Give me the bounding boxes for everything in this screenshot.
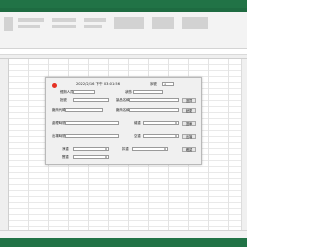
batch-label: 批號 <box>60 98 67 102</box>
font-style-buttons[interactable] <box>18 25 40 28</box>
batch-field[interactable] <box>73 98 109 102</box>
empty-weight-label: 空重 <box>134 134 141 138</box>
paste-icon[interactable] <box>4 17 13 31</box>
styles-gallery[interactable] <box>114 17 144 29</box>
empty-weight-field[interactable]: 0 <box>143 134 179 138</box>
cells-group[interactable] <box>152 17 174 29</box>
operator-label: 經辦人員 <box>60 90 74 94</box>
menu-button[interactable]: 選單 <box>182 120 196 126</box>
ribbon-toolbar <box>0 12 247 49</box>
number-format-selector[interactable] <box>84 18 106 22</box>
discount-label: 扣重 <box>122 147 129 151</box>
modify-button[interactable]: 變更 <box>182 107 196 113</box>
indent-buttons[interactable] <box>52 25 76 28</box>
operator-field[interactable] <box>73 90 95 94</box>
weight-field[interactable]: 0 <box>143 121 179 125</box>
alignment-buttons[interactable] <box>52 18 76 22</box>
editing-group[interactable] <box>182 17 208 29</box>
number-format-buttons[interactable] <box>84 25 102 28</box>
status-field[interactable] <box>133 90 163 94</box>
font-selector[interactable] <box>18 18 44 22</box>
exit-button[interactable]: 出場 <box>182 133 196 139</box>
actual-weight-label: 實重 <box>62 155 69 159</box>
status-bar <box>0 238 247 247</box>
sheet-tabs-bar[interactable] <box>0 230 247 238</box>
datetime-display: 2022/2/16 下午 03:01:56 <box>75 82 121 86</box>
select-button[interactable]: 選擇 <box>182 97 196 103</box>
product-name-field[interactable] <box>129 98 179 102</box>
net-weight-label: 淨重 <box>62 147 69 151</box>
discount-field[interactable]: 0 <box>132 147 168 151</box>
weight-label: 總重 <box>134 121 141 125</box>
process-time-field[interactable] <box>65 121 119 125</box>
excel-title-bar <box>0 0 247 8</box>
status-label: 狀態 <box>125 90 132 94</box>
serial-field[interactable]: 1 <box>162 82 174 86</box>
machine-code-label: 廠商代碼 <box>52 108 66 112</box>
exit-time-field[interactable] <box>65 134 119 138</box>
actual-weight-field[interactable]: 0 <box>73 155 109 159</box>
product-name-label: 製品名稱 <box>116 98 130 102</box>
row-headers[interactable] <box>0 59 9 230</box>
process-time-label: 處理時間 <box>52 121 66 125</box>
machine-code-field[interactable] <box>65 108 103 112</box>
serial-label: 序號 <box>150 82 157 86</box>
weighing-dialog: 2022/2/16 下午 03:01:56 序號 1 經辦人員 狀態 批號 製品… <box>45 77 202 165</box>
vendor-name-field[interactable] <box>129 108 179 112</box>
vendor-name-label: 廠商名稱 <box>116 108 130 112</box>
confirm-button[interactable]: 確認 <box>182 146 196 152</box>
exit-time-label: 出場時間 <box>52 134 66 138</box>
net-weight-field[interactable]: 0 <box>73 147 109 151</box>
record-indicator-icon <box>52 83 57 88</box>
vertical-scrollbar[interactable] <box>241 59 247 230</box>
